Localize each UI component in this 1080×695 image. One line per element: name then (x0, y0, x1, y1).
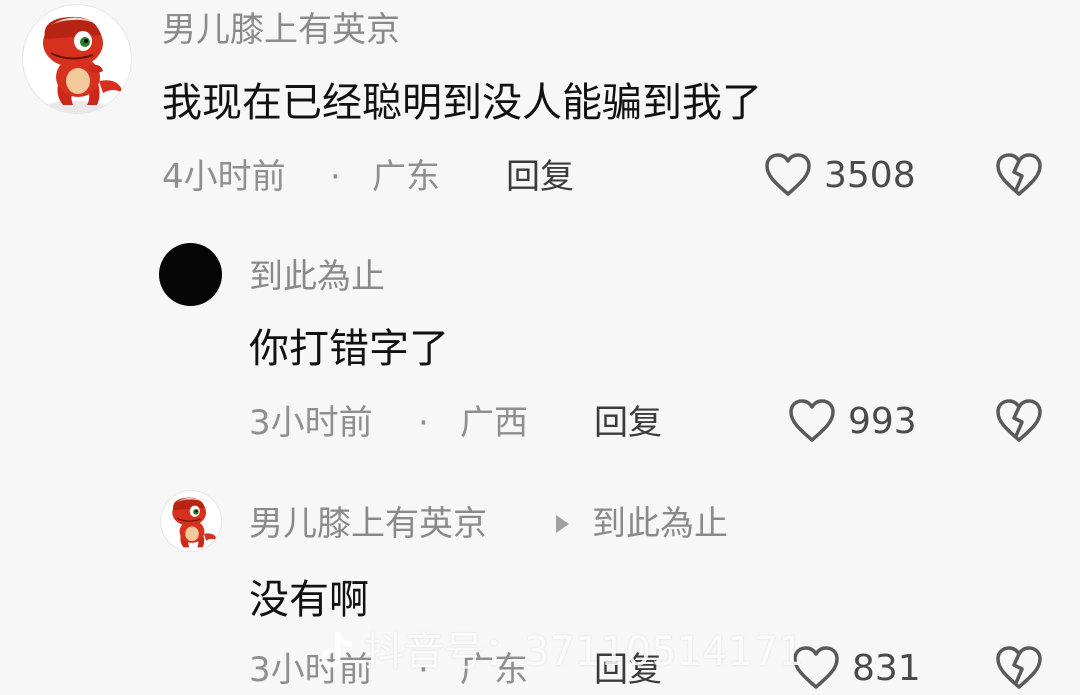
comment-time: 4小时前 (162, 157, 286, 197)
watermark: 抖音号：37110514171 (318, 628, 804, 678)
comment-text: 你打错字了 (249, 326, 449, 372)
broken-heart-icon[interactable] (995, 645, 1043, 691)
play-triangle-icon (556, 515, 569, 533)
broken-heart-icon[interactable] (995, 152, 1043, 198)
meta-separator: · (330, 157, 341, 197)
like-button[interactable]: 3508 (764, 150, 934, 200)
reply-to-username[interactable]: 到此為止 (592, 507, 728, 541)
comment-text: 我现在已经聪明到没人能骗到我了 (162, 80, 762, 126)
heart-outline-icon (765, 153, 811, 196)
watermark-text: 抖音号：37110514171 (364, 629, 804, 675)
user-avatar[interactable] (160, 490, 222, 552)
like-count: 3508 (824, 155, 916, 196)
comment-username[interactable]: 男儿膝上有英京 (162, 13, 400, 47)
comment-location: 广西 (460, 403, 528, 443)
comment-location: 广东 (372, 157, 440, 197)
like-button[interactable]: 831 (792, 643, 932, 693)
tiktok-logo-icon (321, 631, 353, 668)
like-count: 993 (848, 401, 917, 442)
user-avatar[interactable] (159, 243, 222, 306)
reply-button[interactable]: 回复 (506, 160, 574, 194)
heart-outline-icon (789, 399, 835, 442)
like-button[interactable]: 993 (788, 396, 938, 446)
comment-username[interactable]: 到此為止 (249, 260, 385, 294)
like-count: 831 (852, 648, 921, 689)
broken-heart-icon[interactable] (995, 398, 1043, 444)
comment-1: 男儿膝上有英京 我现在已经聪明到没人能骗到我了 4小时前 · 广东 回复 350… (0, 0, 1080, 210)
comment-text: 没有啊 (249, 577, 369, 623)
reply-button[interactable]: 回复 (594, 406, 662, 440)
meta-separator: · (418, 403, 429, 443)
dinosaur-mascot-icon (43, 16, 123, 113)
user-avatar[interactable] (22, 4, 132, 114)
comment-username[interactable]: 男儿膝上有英京 (249, 507, 487, 541)
comment-2: 到此為止 你打错字了 3小时前 · 广西 回复 993 (0, 220, 1080, 460)
dinosaur-mascot-icon (172, 497, 218, 548)
comment-time: 3小时前 (249, 403, 373, 443)
